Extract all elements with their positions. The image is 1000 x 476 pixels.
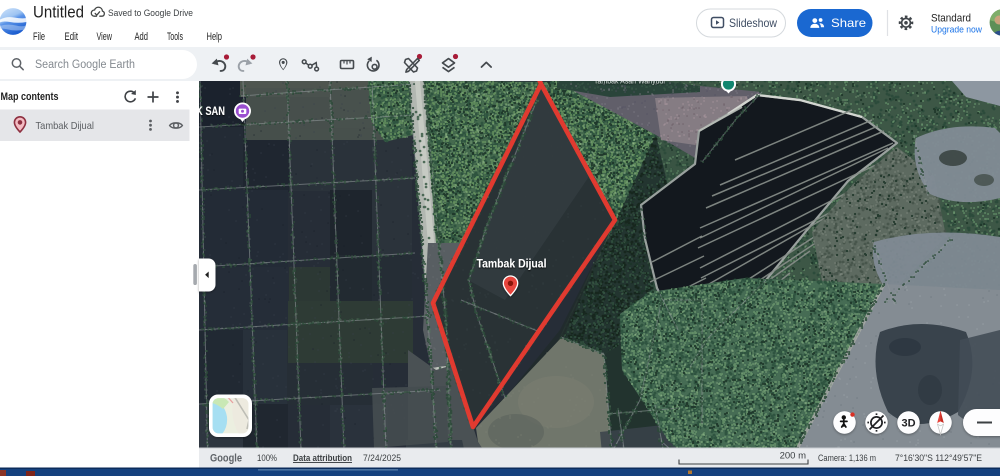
svg-text:7°16'30"S 112°49'57"E: 7°16'30"S 112°49'57"E <box>895 453 982 464</box>
svg-text:Tools: Tools <box>167 31 183 43</box>
svg-text:K SAN: K SAN <box>196 104 225 118</box>
svg-text:200 m: 200 m <box>780 451 806 462</box>
svg-text:Google: Google <box>210 453 242 465</box>
svg-text:7/24/2025: 7/24/2025 <box>363 453 401 464</box>
svg-text:Standard: Standard <box>931 13 971 25</box>
svg-text:Tambak Dijual: Tambak Dijual <box>477 259 547 271</box>
svg-text:Add: Add <box>135 31 149 43</box>
svg-text:Share: Share <box>831 16 866 30</box>
svg-text:Upgrade now: Upgrade now <box>931 25 982 36</box>
svg-text:Help: Help <box>207 31 223 43</box>
svg-text:3D: 3D <box>901 418 915 430</box>
svg-text:Map contents: Map contents <box>1 91 59 103</box>
svg-text:Untitled: Untitled <box>33 4 84 22</box>
svg-text:Tambak Dijual: Tambak Dijual <box>36 120 95 132</box>
svg-text:Saved to Google Drive: Saved to Google Drive <box>108 8 193 19</box>
svg-text:Search Google Earth: Search Google Earth <box>35 59 135 71</box>
svg-text:Data attribution: Data attribution <box>293 453 352 464</box>
svg-text:File: File <box>33 31 45 43</box>
svg-text:Slideshow: Slideshow <box>729 16 777 30</box>
svg-text:Camera: 1,136 m: Camera: 1,136 m <box>818 453 876 464</box>
svg-text:View: View <box>97 31 113 43</box>
svg-text:Edit: Edit <box>65 31 79 43</box>
svg-text:100%: 100% <box>257 453 277 464</box>
